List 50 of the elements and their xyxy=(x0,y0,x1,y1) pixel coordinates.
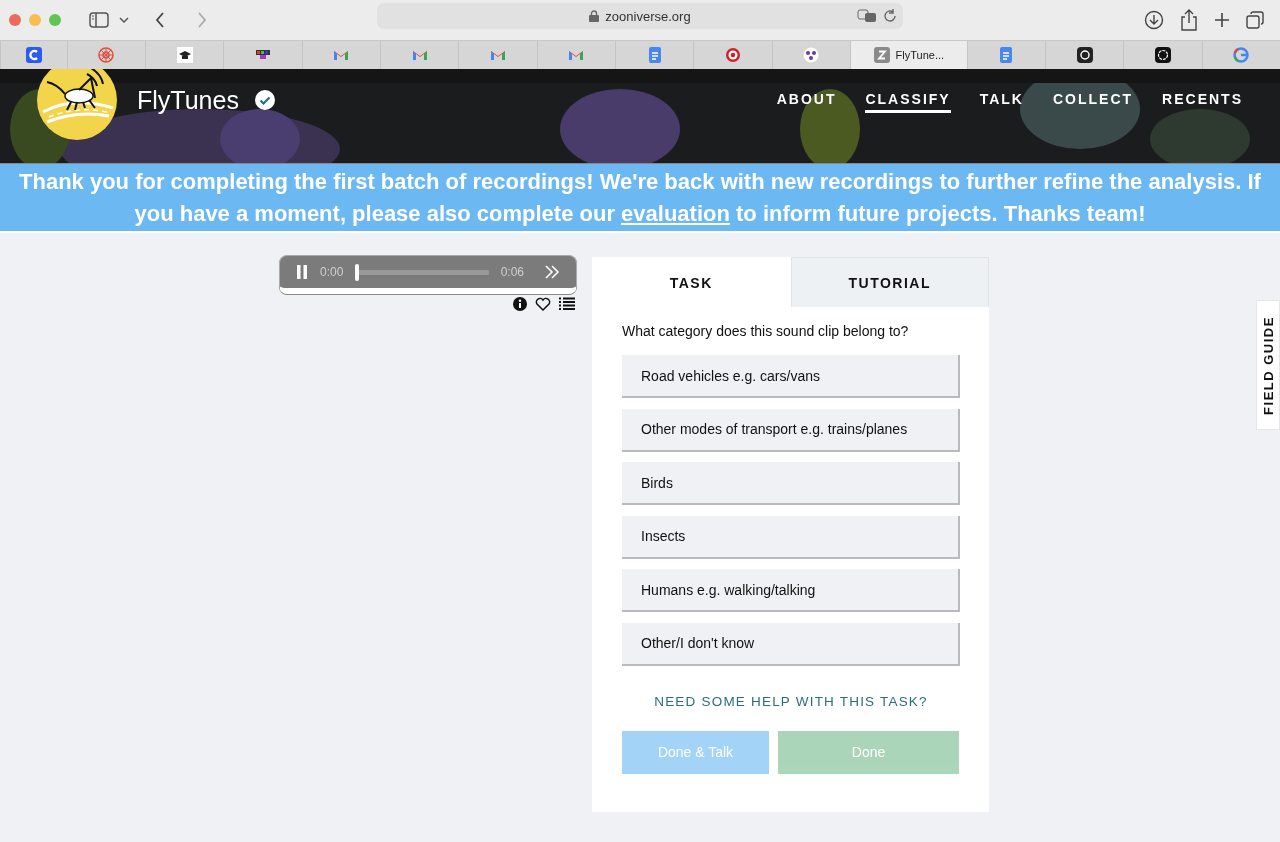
answer-option[interactable]: Humans e.g. walking/talking xyxy=(622,569,960,612)
panel-tab[interactable]: TUTORIAL xyxy=(790,257,989,307)
info-icon[interactable] xyxy=(513,297,527,311)
graduation-cap-icon xyxy=(176,47,193,63)
help-link[interactable]: NEED SOME HELP WITH THIS TASK? xyxy=(622,693,960,709)
heart-icon[interactable] xyxy=(535,297,551,311)
reload-icon[interactable] xyxy=(883,9,897,23)
g-logo-icon xyxy=(1233,47,1250,63)
tab-title: FlyTune... xyxy=(895,49,945,61)
lock-icon xyxy=(589,10,600,22)
answer-option[interactable]: Birds xyxy=(622,462,960,505)
document-icon xyxy=(646,47,663,63)
nav-link[interactable]: CLASSIFY xyxy=(865,87,951,113)
target-icon xyxy=(724,47,741,63)
announcement-text: Thank you for completing the first batch of recordings! We're back with new recordings to further refine the analysis. If you have a moment, please also complete our evaluation to inform future projects. Thanks team! xyxy=(18,168,1262,228)
tab-overview-icon[interactable] xyxy=(1246,11,1264,29)
pause-icon[interactable] xyxy=(296,265,308,279)
wheel-icon xyxy=(98,47,115,63)
download-icon[interactable] xyxy=(1144,10,1164,30)
close-window-icon[interactable] xyxy=(9,14,21,26)
sidebar-icon[interactable] xyxy=(89,12,109,28)
nav-link[interactable]: TALK xyxy=(979,87,1024,113)
url-text: zooniverse.org xyxy=(605,8,691,24)
answer-option[interactable]: Road vehicles e.g. cars/vans xyxy=(622,355,960,398)
fast-forward-icon[interactable] xyxy=(544,265,560,279)
knot-logo-icon xyxy=(1155,47,1172,63)
dots-icon xyxy=(803,47,820,63)
answer-option[interactable]: Other modes of transport e.g. trains/planes xyxy=(622,408,960,452)
browser-tab[interactable]: FlyTune... xyxy=(849,41,967,69)
seek-handle[interactable] xyxy=(355,263,360,281)
address-bar[interactable]: zooniverse.org xyxy=(377,3,903,29)
field-guide-tab[interactable]: FIELD GUIDE xyxy=(1256,300,1280,430)
document-icon xyxy=(998,47,1015,63)
answer-option[interactable]: Insects xyxy=(622,515,960,559)
nav-link[interactable]: RECENTS xyxy=(1162,87,1243,113)
project-name[interactable]: FlyTunes xyxy=(137,85,239,115)
duration-time: 0:06 xyxy=(500,265,524,279)
z-logo-icon xyxy=(873,47,890,63)
share-icon[interactable] xyxy=(1180,9,1198,31)
list-icon[interactable] xyxy=(559,297,575,310)
c-logo-icon xyxy=(25,47,42,63)
nav-link[interactable]: ABOUT xyxy=(776,87,837,113)
elapsed-time: 0:00 xyxy=(320,265,344,279)
new-tab-icon[interactable] xyxy=(1214,12,1230,28)
question-text: What category does this sound clip belong to? xyxy=(622,323,910,339)
circle-logo-icon xyxy=(1076,47,1093,63)
back-icon[interactable] xyxy=(155,12,165,28)
answer-option[interactable]: Other/I don't know xyxy=(622,622,960,666)
translate-icon[interactable] xyxy=(857,9,877,23)
chevron-down-icon[interactable] xyxy=(119,16,129,24)
